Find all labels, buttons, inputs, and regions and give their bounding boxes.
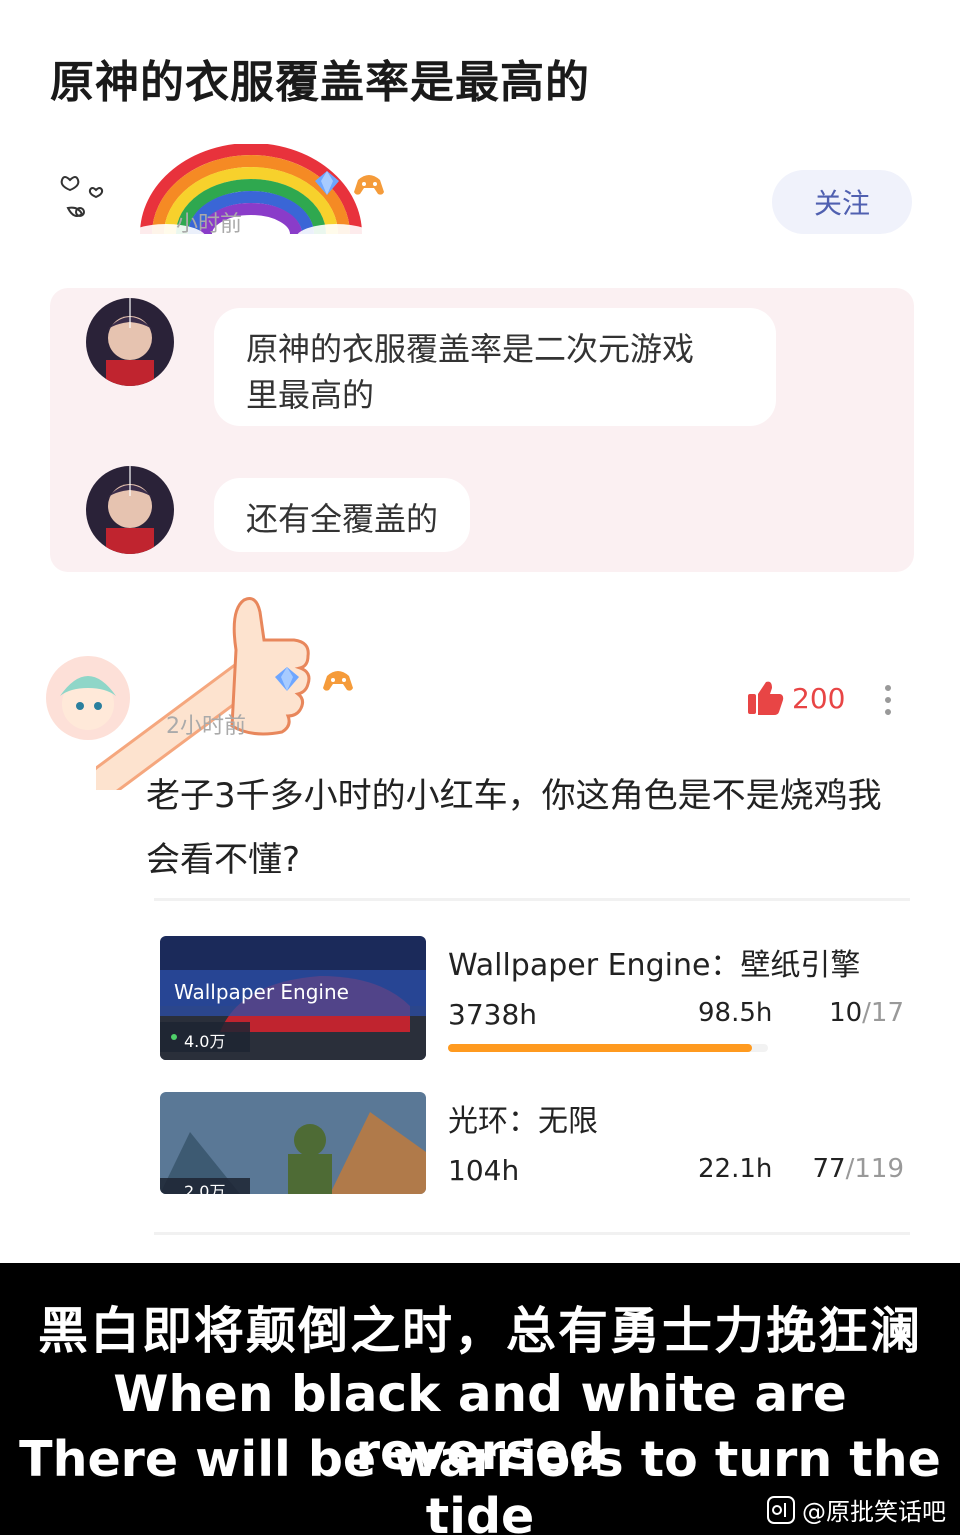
divider <box>154 898 910 901</box>
like-button[interactable]: 200 <box>746 680 845 716</box>
gamepad-badge-icon <box>323 671 353 691</box>
gamepad-badge-icon <box>354 175 384 195</box>
chat-avatar <box>86 298 174 386</box>
chat-bubble-1: 原神的衣服覆盖率是二次元游戏 里最高的 <box>214 308 776 426</box>
game-cover: 2.0万 <box>160 1092 426 1194</box>
achievements: 10/17 <box>829 998 904 1028</box>
thumbs-up-icon <box>748 681 784 715</box>
diamond-badge-icon <box>275 667 299 691</box>
doodle-avatar-icon[interactable] <box>56 168 116 228</box>
achievements-total: /17 <box>862 998 904 1028</box>
achievements-total: /119 <box>845 1154 904 1184</box>
chat-bubble-2-line1: 还有全覆盖的 <box>246 500 439 538</box>
game-name: Wallpaper Engine：壁纸引擎 <box>448 948 861 983</box>
author-row: 小时前 关注 <box>56 140 916 252</box>
comment-text: 老子3千多小时的小红车，你这角色是不是烧鸡我会看不懂? <box>146 776 882 880</box>
author-post-time: 小时前 <box>176 212 243 237</box>
follow-button[interactable]: 关注 <box>772 170 912 234</box>
total-playtime: 104h <box>448 1154 520 1187</box>
character-avatar-icon <box>86 466 174 554</box>
source-credit: @原批笑话吧 <box>766 1492 946 1527</box>
chat-bubble-2: 还有全覆盖的 <box>214 478 471 552</box>
recent-playtime: 98.5h <box>698 998 773 1028</box>
achievements: 77/119 <box>813 1154 904 1184</box>
quoted-chat-card[interactable]: 原神的衣服覆盖率是二次元游戏 里最高的 还有全覆盖的 <box>50 288 914 572</box>
source-credit-text: @原批笑话吧 <box>802 1498 946 1526</box>
achievement-progress-bar <box>448 1044 768 1052</box>
chat-avatar <box>86 466 174 554</box>
achievements-earned: 10 <box>829 998 863 1028</box>
game-list: Wallpaper Engine 4.0万 Wallpaper Engine：壁… <box>154 898 910 1238</box>
tieba-logo-icon <box>767 1495 795 1524</box>
game-row-wallpaper-engine[interactable]: Wallpaper Engine 4.0万 Wallpaper Engine：壁… <box>154 936 910 1066</box>
game-name: 光环：无限 <box>448 1104 598 1139</box>
chat-bubble-1-line1: 原神的衣服覆盖率是二次元游戏 <box>246 330 695 368</box>
like-count: 200 <box>792 681 846 715</box>
achievements-earned: 77 <box>812 1154 846 1184</box>
game-cover: Wallpaper Engine 4.0万 <box>160 936 426 1060</box>
game-row-halo-infinite[interactable]: 2.0万 光环：无限 104h 22.1h 77/119 <box>154 1092 910 1222</box>
comment-time: 2小时前 <box>166 714 246 739</box>
chat-bubble-1-line2: 里最高的 <box>246 376 375 414</box>
divider <box>154 1232 910 1235</box>
recent-playtime: 22.1h <box>698 1154 773 1184</box>
subtitle-banner: 黑白即将颠倒之时，总有勇士力挽狂澜 When black and white a… <box>0 1263 960 1535</box>
more-options-icon[interactable] <box>882 682 894 718</box>
progress-fill <box>448 1044 752 1052</box>
cover-count: 2.0万 <box>184 1182 226 1194</box>
total-playtime: 3738h <box>448 998 538 1031</box>
diamond-badge-icon <box>315 171 339 195</box>
cover-title: Wallpaper Engine <box>174 980 349 1004</box>
comment-item: 2小时前 200 老子3千多小时的小红车，你这角色是不是烧鸡我会看不懂? <box>46 590 916 890</box>
rainbow-sticker-icon <box>126 144 376 252</box>
subtitle-chinese: 黑白即将颠倒之时，总有勇士力挽狂澜 <box>38 1302 922 1360</box>
character-avatar-icon <box>86 298 174 386</box>
cover-count: 4.0万 <box>184 1032 226 1051</box>
post-title: 原神的衣服覆盖率是最高的 <box>50 57 590 108</box>
